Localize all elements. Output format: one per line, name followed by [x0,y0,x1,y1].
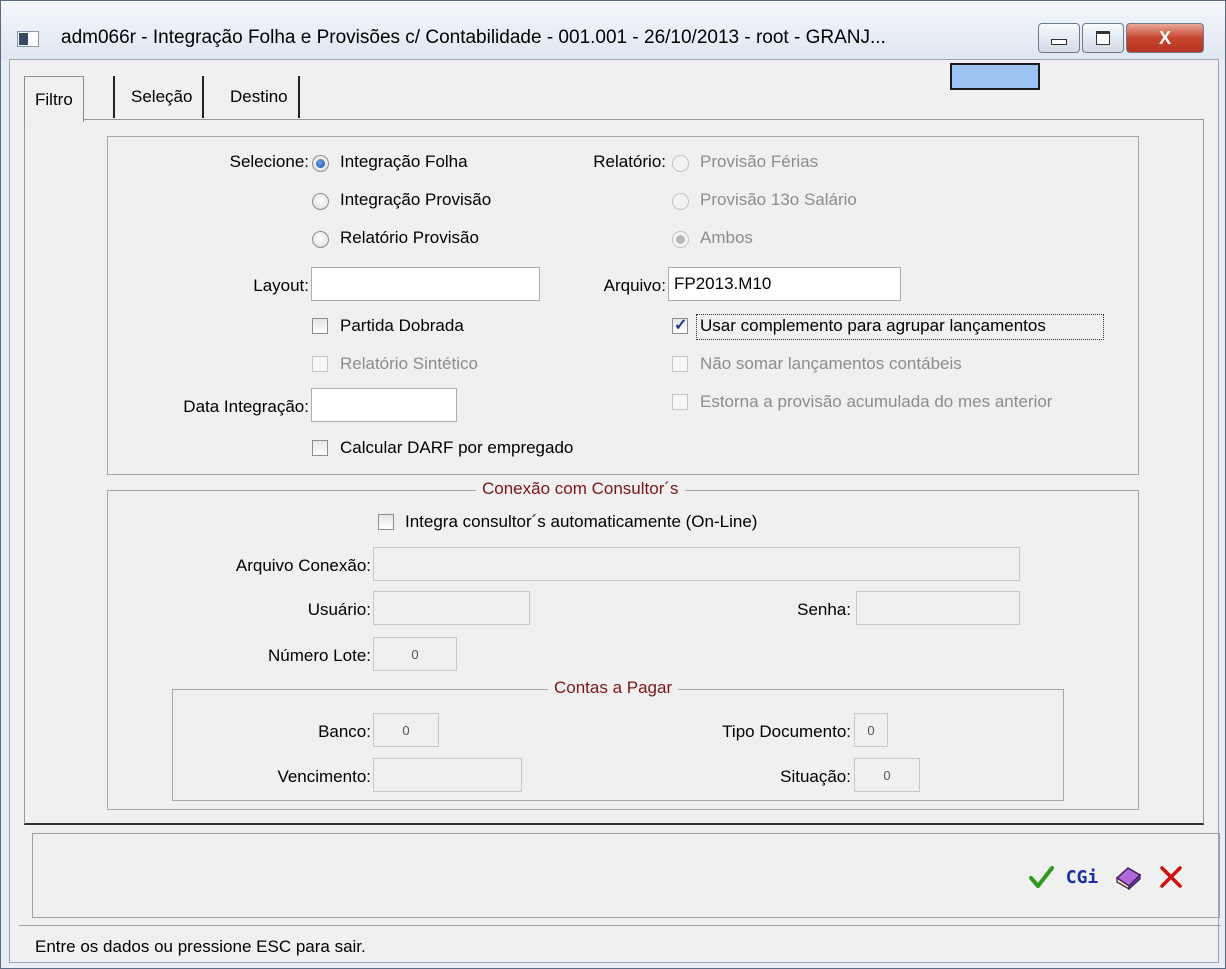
estorna-provisao-label[interactable]: Estorna a provisão acumulada do mes ante… [700,392,1052,412]
arquivo-input[interactable]: FP2013.M10 [668,267,901,301]
radio-provisao-13o[interactable] [672,193,689,210]
tab-selecao[interactable]: Seleção [113,76,205,118]
tipo-documento-label: Tipo Documento: [722,722,851,741]
status-bar: Entre os dados ou pressione ESC para sai… [19,925,1221,962]
checkbox-usar-complemento[interactable] [672,315,688,335]
status-message: Entre os dados ou pressione ESC para sai… [35,937,366,956]
layout-input[interactable] [311,267,540,301]
situacao-label: Situação: [780,767,851,786]
radio-relatorio-provisao[interactable] [312,231,329,248]
radio-provisao-13o-label[interactable]: Provisão 13o Salário [700,190,857,210]
checkbox-estorna-provisao[interactable] [672,394,688,410]
tab-filtro-label: Filtro [35,89,73,109]
contas-pagar-title: Contas a Pagar [548,678,679,698]
nao-somar-label[interactable]: Não somar lançamentos contábeis [700,354,962,374]
radio-integracao-folha[interactable] [312,155,329,172]
help-button[interactable] [1111,862,1145,892]
cancel-x-icon [1160,866,1182,888]
data-integracao-label: Data Integração: [183,397,309,416]
selecione-label: Selecione: [229,152,309,171]
radio-relatorio-provisao-label[interactable]: Relatório Provisão [340,228,479,248]
arquivo-label: Arquivo: [603,276,666,295]
close-icon: X [1158,27,1171,48]
close-button[interactable]: X [1126,23,1204,53]
radio-ambos[interactable] [672,231,689,248]
minimize-button[interactable] [1038,23,1080,53]
maximize-icon [1096,31,1110,45]
radio-ambos-label[interactable]: Ambos [700,228,753,248]
tab-destino[interactable]: Destino [218,76,300,118]
radio-integracao-provisao[interactable] [312,193,329,210]
checkbox-integra-consultor[interactable] [378,514,394,530]
relatorio-label: Relatório: [593,152,666,171]
usuario-label: Usuário: [307,600,371,619]
radio-integracao-provisao-label[interactable]: Integração Provisão [340,190,491,210]
tab-filtro[interactable]: Filtro [24,76,84,122]
banco-input[interactable]: 0 [373,713,439,747]
partida-dobrada-label[interactable]: Partida Dobrada [340,316,464,336]
tab-destino-label: Destino [230,87,288,106]
situacao-input[interactable]: 0 [854,758,920,792]
numero-lote-label: Número Lote: [268,646,371,665]
checkbox-nao-somar[interactable] [672,356,688,372]
arquivo-conexao-input[interactable] [373,547,1020,581]
tipo-documento-input[interactable]: 0 [854,713,888,747]
app-icon[interactable] [17,31,39,47]
integra-consultor-label[interactable]: Integra consultor´s automaticamente (On-… [405,512,757,532]
consultor-group-title: Conexão com Consultor´s [476,479,685,499]
radio-provisao-ferias-label[interactable]: Provisão Férias [700,152,818,172]
cancel-button[interactable] [1154,862,1188,892]
numero-lote-input[interactable]: 0 [373,637,457,671]
calcular-darf-label[interactable]: Calcular DARF por empregado [340,438,573,458]
window-title: adm066r - Integração Folha e Provisões c… [61,27,886,48]
radio-integracao-folha-label[interactable]: Integração Folha [340,152,468,172]
vencimento-input[interactable] [373,758,522,792]
cgi-icon: CGi [1065,866,1099,888]
cgi-button[interactable]: CGi [1062,862,1102,892]
minimize-icon [1051,39,1067,45]
main-window: adm066r - Integração Folha e Provisões c… [0,0,1226,969]
vencimento-label: Vencimento: [277,767,371,786]
tab-selecao-label: Seleção [131,87,193,106]
highlight-marker [950,63,1040,90]
checkmark-icon [1029,866,1054,888]
relatorio-sintetico-label[interactable]: Relatório Sintético [340,354,478,374]
senha-label: Senha: [797,600,851,619]
checkbox-partida-dobrada[interactable] [312,318,328,334]
checkbox-calcular-darf[interactable] [312,440,328,456]
maximize-button[interactable] [1082,23,1124,53]
radio-provisao-ferias[interactable] [672,155,689,172]
layout-label: Layout: [253,276,309,295]
senha-input[interactable] [856,591,1020,625]
usuario-input[interactable] [373,591,530,625]
ok-button[interactable] [1027,862,1055,892]
checkbox-relatorio-sintetico[interactable] [312,356,328,372]
title-bar[interactable]: adm066r - Integração Folha e Provisões c… [1,1,1225,59]
book-icon [1115,867,1142,890]
focus-indicator [696,314,1104,340]
banco-label: Banco: [318,722,371,741]
filter-group [107,136,1139,475]
data-integracao-input[interactable] [311,388,457,422]
arquivo-conexao-label: Arquivo Conexão: [235,556,371,575]
